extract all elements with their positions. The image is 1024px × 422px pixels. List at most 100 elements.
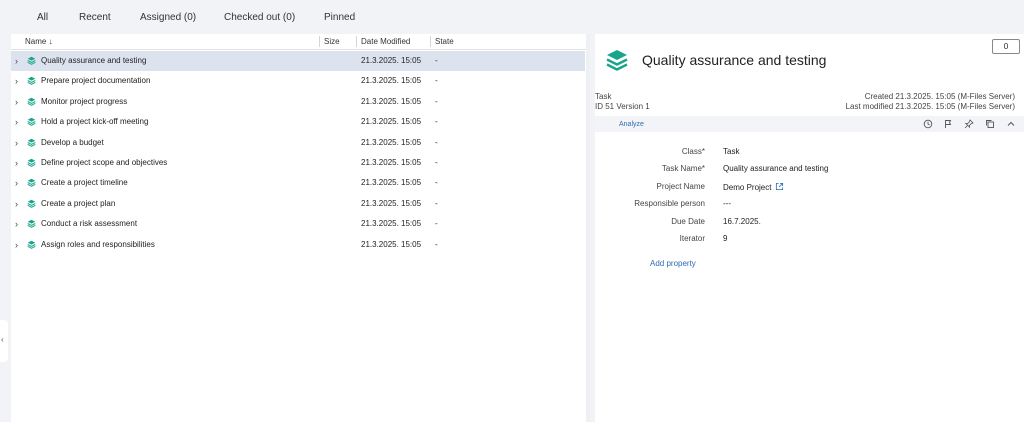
comments-button[interactable]: 0	[992, 39, 1020, 54]
chevron-left-icon: ‹	[1, 335, 4, 344]
layers-icon	[27, 199, 36, 208]
flag-icon[interactable]	[943, 119, 953, 129]
property-label: Task Name*	[661, 164, 705, 174]
layers-icon	[27, 117, 36, 127]
list-scrollbar[interactable]	[586, 34, 590, 422]
tab-checked-out[interactable]: Checked out (0)	[224, 12, 295, 23]
chevron-right-icon[interactable]: ›	[15, 240, 18, 250]
collapse-handle[interactable]: ‹	[0, 320, 8, 362]
chevron-right-icon[interactable]: ›	[15, 138, 18, 148]
property-value[interactable]: 9	[723, 234, 727, 243]
column-size[interactable]: Size	[324, 37, 340, 46]
column-divider[interactable]	[430, 36, 431, 47]
item-date-modified: 21.3.2025. 15:05	[361, 137, 422, 147]
list-header: Name ↓ Size Date Modified State	[11, 34, 586, 50]
property-value[interactable]: 16.7.2025.	[723, 217, 761, 226]
item-name: Prepare project documentation	[41, 76, 151, 86]
property-label: Due Date	[671, 216, 705, 226]
column-name[interactable]: Name ↓	[25, 37, 53, 46]
layers-icon	[606, 50, 628, 71]
item-date-modified: 21.3.2025. 15:05	[361, 178, 422, 188]
item-date-modified: 21.3.2025. 15:05	[361, 76, 422, 86]
item-state: -	[435, 219, 438, 229]
object-list: Name ↓ Size Date Modified State › Quality…	[11, 34, 590, 422]
item-state: -	[435, 96, 438, 106]
history-icon[interactable]	[923, 119, 933, 129]
item-state: -	[435, 158, 438, 167]
tab-recent[interactable]: Recent	[79, 12, 111, 23]
tab-pinned[interactable]: Pinned	[324, 12, 355, 23]
column-divider[interactable]	[319, 36, 320, 47]
copy-icon[interactable]	[985, 119, 995, 129]
property-label: Project Name	[656, 181, 705, 191]
property-value[interactable]: Task	[723, 147, 739, 156]
column-divider[interactable]	[356, 36, 357, 47]
item-name: Develop a budget	[41, 137, 104, 147]
chevron-right-icon[interactable]: ›	[15, 219, 18, 229]
item-date-modified: 21.3.2025. 15:05	[361, 158, 422, 167]
property-value[interactable]: Demo Project	[723, 182, 784, 192]
list-item[interactable]: › Prepare project documentation 21.3.2025.…	[11, 71, 585, 91]
pin-icon[interactable]	[964, 119, 974, 129]
item-date-modified: 21.3.2025. 15:05	[361, 117, 422, 127]
list-item[interactable]: › Assign roles and responsibilities 21.3.2…	[11, 235, 585, 255]
chevron-up-icon[interactable]	[1006, 119, 1016, 129]
object-title: Quality assurance and testing	[642, 52, 827, 68]
tab-assigned[interactable]: Assigned (0)	[140, 12, 196, 23]
item-name: Monitor project progress	[41, 96, 128, 106]
external-link-icon[interactable]	[775, 182, 784, 191]
list-item[interactable]: › Define project scope and objectives 21.3…	[11, 153, 585, 173]
property-value-text: 16.7.2025.	[723, 216, 761, 226]
chevron-right-icon[interactable]: ›	[15, 158, 18, 168]
property-value-text: Quality assurance and testing	[723, 164, 829, 174]
list-item[interactable]: › Monitor project progress 21.3.2025. 15:0…	[11, 92, 585, 112]
layers-icon	[27, 158, 36, 167]
property-value-text: ---	[723, 199, 731, 209]
chevron-right-icon[interactable]: ›	[15, 56, 18, 66]
property-value[interactable]: ---	[723, 199, 731, 208]
property-label: Iterator	[679, 234, 705, 243]
item-date-modified: 21.3.2025. 15:05	[361, 219, 422, 229]
view-tabs: All Recent Assigned (0) Checked out (0) …	[0, 0, 1024, 34]
chevron-right-icon[interactable]: ›	[15, 178, 18, 188]
property-label: Class*	[681, 147, 705, 156]
chevron-right-icon[interactable]: ›	[15, 97, 18, 107]
add-property-link[interactable]: Add property	[650, 259, 696, 268]
list-item[interactable]: › Hold a project kick-off meeting 21.3.202…	[11, 112, 585, 132]
item-state: -	[435, 117, 438, 127]
item-name: Conduct a risk assessment	[41, 219, 138, 229]
analyze-link[interactable]: Analyze	[619, 121, 644, 128]
list-item[interactable]: › Conduct a risk assessment 21.3.2025. 15:…	[11, 214, 585, 234]
comment-count: 0	[1003, 42, 1009, 51]
layers-icon	[27, 240, 36, 249]
tab-all[interactable]: All	[37, 12, 48, 23]
property-value-text: Task	[723, 147, 740, 156]
item-name: Create a project timeline	[41, 178, 128, 188]
modified-info: Last modified 21.3.2025. 15:05 (M-Files …	[845, 102, 1015, 111]
chevron-right-icon[interactable]: ›	[15, 76, 18, 86]
item-state: -	[435, 76, 438, 86]
chevron-right-icon[interactable]: ›	[15, 199, 18, 209]
object-id-version: ID 51 Version 1	[595, 102, 650, 111]
layers-icon	[27, 97, 36, 106]
item-date-modified: 21.3.2025. 15:05	[361, 96, 422, 106]
chevron-right-icon[interactable]: ›	[15, 117, 18, 127]
list-item[interactable]: › Create a project timeline 21.3.2025. 15:…	[11, 173, 585, 193]
item-state: -	[435, 239, 438, 249]
item-name: Define project scope and objectives	[41, 158, 168, 167]
column-date-modified[interactable]: Date Modified	[361, 37, 410, 46]
column-state[interactable]: State	[435, 37, 454, 46]
list-item[interactable]: › Develop a budget 21.3.2025. 15:05 -	[11, 133, 585, 153]
layers-icon	[27, 138, 36, 147]
item-date-modified: 21.3.2025. 15:05	[361, 56, 422, 65]
item-state: -	[435, 198, 438, 208]
item-name: Create a project plan	[41, 198, 116, 208]
item-date-modified: 21.3.2025. 15:05	[361, 198, 422, 208]
item-date-modified: 21.3.2025. 15:05	[361, 239, 422, 249]
item-name: Quality assurance and testing	[41, 56, 147, 65]
item-name: Hold a project kick-off meeting	[41, 117, 149, 127]
list-item[interactable]: › Quality assurance and testing 21.3.2025.…	[11, 51, 585, 71]
list-item[interactable]: › Create a project plan 21.3.2025. 15:05 -	[11, 194, 585, 214]
property-value[interactable]: Quality assurance and testing	[723, 164, 828, 173]
property-value-text: Demo Project	[723, 182, 772, 192]
